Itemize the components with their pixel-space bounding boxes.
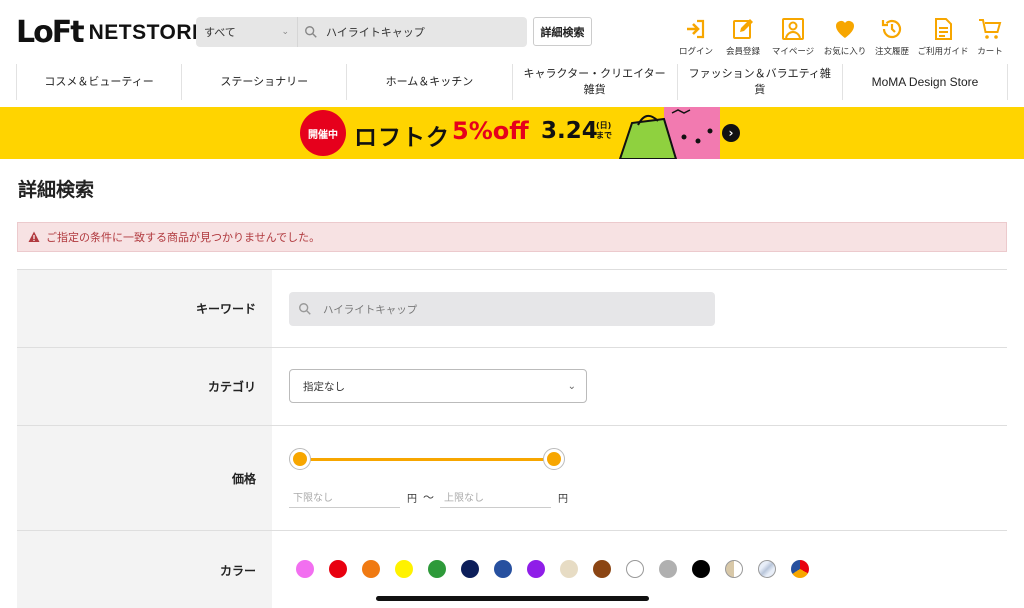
no-results-alert: ご指定の条件に一致する商品が見つかりませんでした。 — [17, 222, 1007, 252]
alert-message: ご指定の条件に一致する商品が見つかりませんでした。 — [46, 231, 321, 244]
category-nav: コスメ＆ビューティー ステーショナリー ホーム＆キッチン キャラクター・クリエイ… — [16, 64, 1009, 100]
nav-item-character[interactable]: キャラクター・クリエイター雑貨 — [511, 64, 677, 100]
login-label: ログイン — [678, 47, 713, 57]
category-row: カテゴリ 指定なし ⌄ — [17, 347, 1007, 425]
color-swatch[interactable] — [560, 560, 578, 578]
nav-item-stationery[interactable]: ステーショナリー — [181, 64, 346, 100]
nav-item-home-kitchen[interactable]: ホーム＆キッチン — [346, 64, 511, 100]
banner-badge: 開催中 — [300, 110, 346, 156]
logo-mark: LoFt — [16, 15, 85, 50]
color-swatch[interactable] — [395, 560, 413, 578]
category-select[interactable]: 指定なし ⌄ — [289, 369, 587, 403]
favorites-link[interactable]: お気に入り — [820, 17, 870, 57]
search-bar: すべて ⌄ ハイライトキャップ — [196, 17, 527, 47]
warning-icon — [28, 231, 40, 242]
color-swatch[interactable] — [296, 560, 314, 578]
site-header: LoFt NETSTORE すべて ⌄ ハイライトキャップ 詳細検索 ログイン … — [0, 0, 1024, 62]
price-row: 価格 下限なし 円 〜 上限なし 円 — [17, 425, 1007, 530]
register-icon — [733, 19, 753, 39]
category-label: カテゴリ — [17, 348, 272, 425]
heart-icon — [836, 20, 854, 38]
nav-item-fashion[interactable]: ファッション＆バラエティ雑貨 — [676, 64, 842, 100]
chevron-down-icon: ⌄ — [281, 27, 289, 37]
order-history-link[interactable]: 注文履歴 — [867, 17, 917, 57]
search-input-value: ハイライトキャップ — [326, 26, 425, 39]
color-swatch[interactable] — [791, 560, 809, 578]
banner-discount: 5%off — [452, 117, 529, 145]
search-category-select[interactable]: すべて ⌄ — [196, 17, 298, 47]
mypage-link[interactable]: マイページ — [768, 17, 818, 57]
banner-date-suffix: (日)まで — [596, 121, 612, 140]
loft-logo[interactable]: LoFt NETSTORE — [16, 16, 207, 50]
advanced-search-form: キーワード ハイライトキャップ カテゴリ 指定なし ⌄ 価格 下限なし 円 〜 … — [17, 269, 1007, 608]
shopping-bag-illustration — [618, 107, 720, 159]
keyword-input[interactable]: ハイライトキャップ — [289, 292, 715, 326]
search-input[interactable]: ハイライトキャップ — [298, 24, 527, 40]
color-swatch[interactable] — [494, 560, 512, 578]
logo-text: NETSTORE — [88, 21, 207, 44]
color-swatch[interactable] — [329, 560, 347, 578]
color-swatch[interactable] — [692, 560, 710, 578]
color-swatch[interactable] — [626, 560, 644, 578]
register-link[interactable]: 会員登録 — [718, 17, 768, 57]
history-icon — [881, 19, 902, 39]
banner-date: 3.24 — [541, 118, 598, 144]
guide-link[interactable]: ご利用ガイド — [917, 17, 969, 57]
nav-item-moma[interactable]: MoMA Design Store — [841, 64, 1009, 100]
price-slider-min-handle[interactable] — [289, 448, 311, 470]
price-min-unit: 円 — [407, 494, 417, 505]
cart-label: カート — [977, 47, 1003, 57]
color-swatch[interactable] — [527, 560, 545, 578]
page-title: 詳細検索 — [18, 179, 95, 201]
price-max-input[interactable]: 上限なし — [440, 486, 551, 508]
register-label: 会員登録 — [725, 47, 760, 57]
search-icon — [299, 303, 311, 315]
color-swatch[interactable] — [725, 560, 743, 578]
chevron-right-icon[interactable]: › — [722, 124, 740, 142]
price-slider-max-handle[interactable] — [543, 448, 565, 470]
color-label: カラー — [17, 531, 272, 608]
favorites-label: お気に入り — [823, 47, 867, 57]
search-category-value: すべて — [204, 26, 236, 39]
mypage-label: マイページ — [771, 47, 815, 57]
mypage-icon — [782, 18, 804, 40]
color-swatch[interactable] — [758, 560, 776, 578]
cart-link[interactable]: カート — [965, 17, 1015, 57]
search-icon — [305, 26, 317, 38]
guide-label: ご利用ガイド — [917, 47, 969, 57]
home-indicator — [376, 596, 649, 601]
guide-icon — [935, 18, 952, 40]
banner-title: ロフトク — [354, 125, 450, 151]
cart-icon — [979, 19, 1002, 39]
price-min-input[interactable]: 下限なし — [289, 486, 400, 508]
login-icon — [687, 19, 705, 39]
price-slider-track[interactable] — [300, 458, 555, 461]
keyword-placeholder: ハイライトキャップ — [323, 303, 418, 316]
advanced-search-button[interactable]: 詳細検索 — [533, 17, 592, 46]
color-swatch[interactable] — [428, 560, 446, 578]
color-swatch-list — [296, 560, 824, 578]
color-swatch[interactable] — [659, 560, 677, 578]
keyword-row: キーワード ハイライトキャップ — [17, 269, 1007, 347]
price-label: 価格 — [17, 426, 272, 530]
category-value: 指定なし — [303, 380, 345, 393]
chevron-down-icon: ⌄ — [567, 380, 576, 392]
login-link[interactable]: ログイン — [671, 17, 721, 57]
color-swatch[interactable] — [461, 560, 479, 578]
color-swatch[interactable] — [593, 560, 611, 578]
price-separator: 〜 — [423, 491, 434, 504]
price-max-unit: 円 — [558, 494, 568, 505]
color-swatch[interactable] — [362, 560, 380, 578]
nav-item-cosme[interactable]: コスメ＆ビューティー — [16, 64, 181, 100]
order-history-label: 注文履歴 — [874, 47, 909, 57]
keyword-label: キーワード — [17, 270, 272, 347]
promo-banner[interactable]: 開催中 ロフトク 5%off 3.24 (日)まで › — [0, 107, 1024, 159]
